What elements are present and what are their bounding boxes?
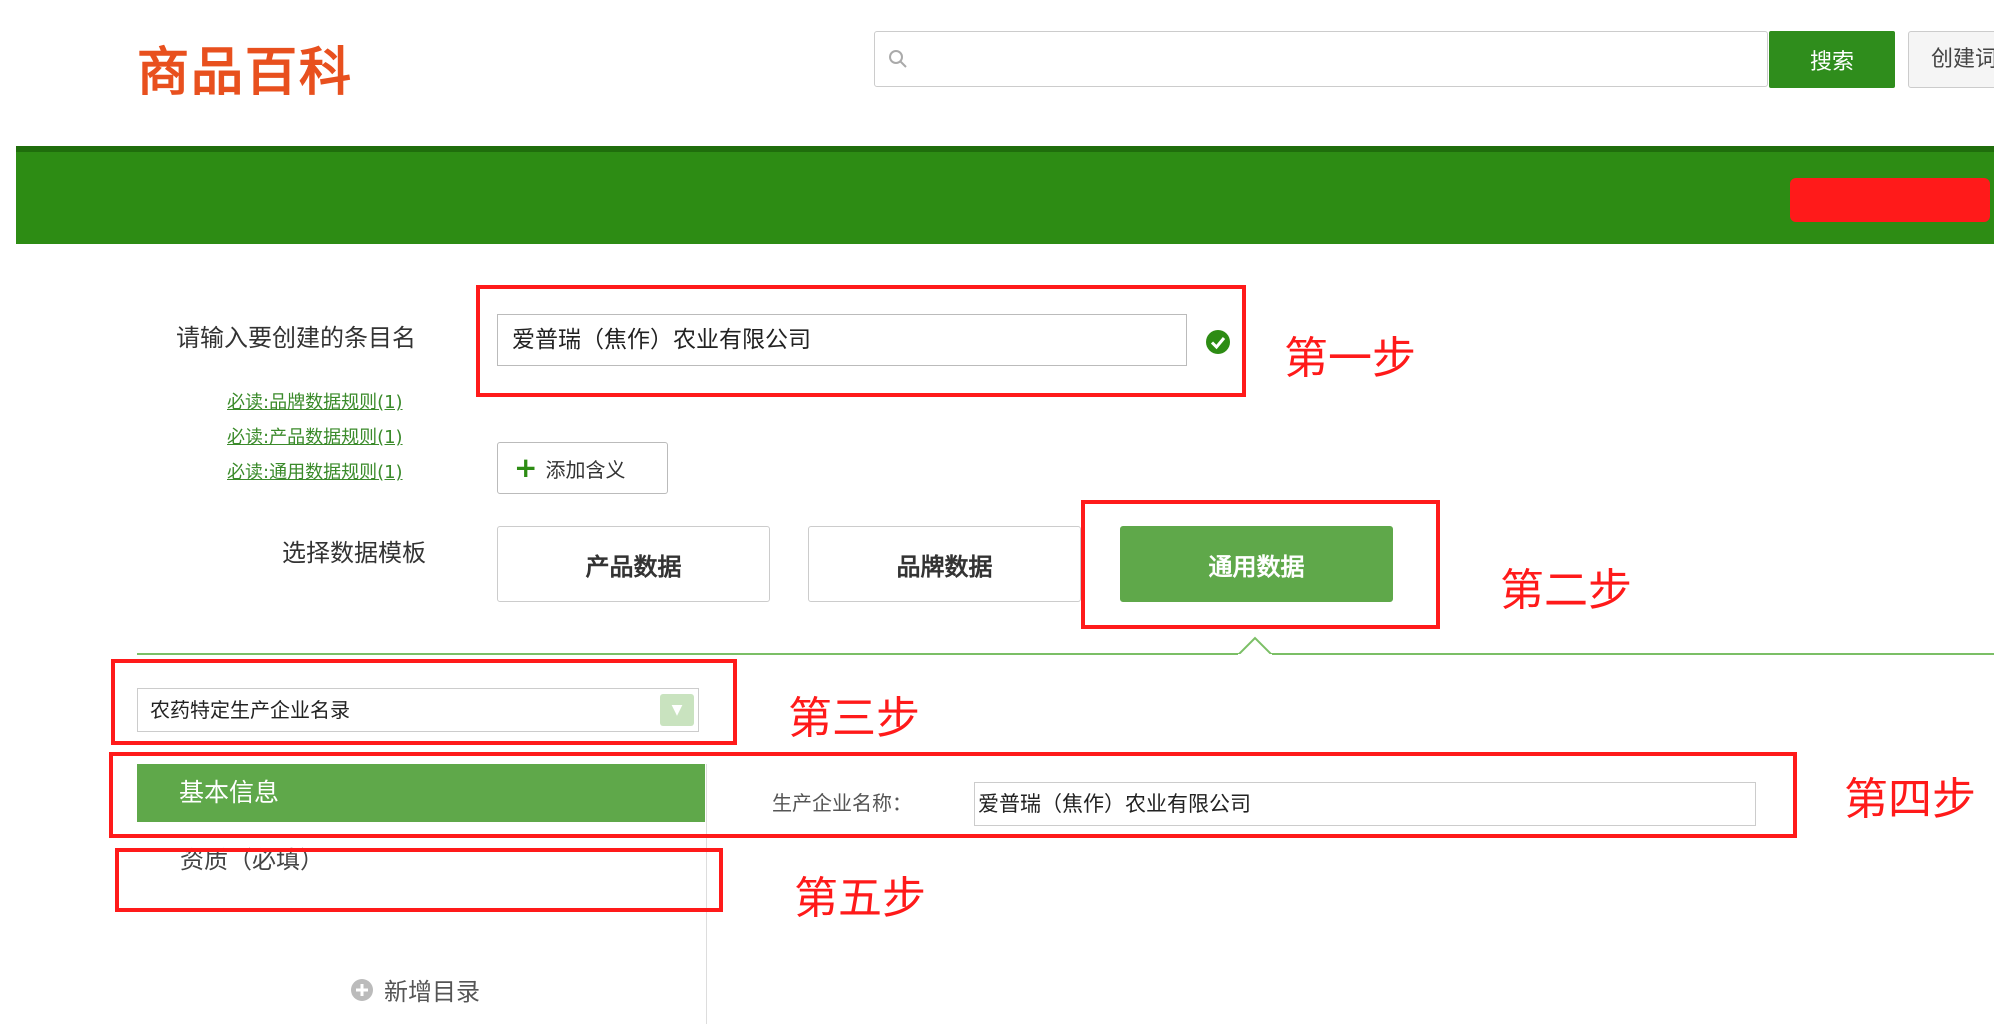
nav-banner-edge xyxy=(16,146,1994,152)
site-logo[interactable]: 商品百科 xyxy=(137,30,353,105)
add-circle-icon xyxy=(351,978,373,1001)
entry-name-label: 请输入要创建的条目名 xyxy=(176,324,416,352)
annotation-step4: 第四步 xyxy=(1844,774,1976,825)
create-entry-button[interactable]: 创建词条 xyxy=(1908,31,1994,88)
new-directory-button[interactable]: 新增目录 xyxy=(350,972,480,1007)
nav-banner xyxy=(16,146,1994,244)
annotation-box-step1 xyxy=(476,285,1246,397)
search-button[interactable]: 搜索 xyxy=(1769,31,1895,88)
add-meaning-label: 添加含义 xyxy=(545,457,626,482)
new-directory-label: 新增目录 xyxy=(384,978,480,1006)
redacted-region xyxy=(1790,178,1990,222)
annotation-box-step5 xyxy=(115,848,723,912)
template-brand-button[interactable]: 品牌数据 xyxy=(808,526,1081,602)
annotation-box-step3 xyxy=(111,659,737,745)
template-product-button[interactable]: 产品数据 xyxy=(497,526,770,602)
rule-link-product[interactable]: 必读:产品数据规则(1) xyxy=(227,423,403,449)
rule-link-general[interactable]: 必读:通用数据规则(1) xyxy=(227,458,403,484)
section-divider xyxy=(137,653,1994,655)
annotation-step5: 第五步 xyxy=(794,873,926,924)
search-icon xyxy=(889,50,907,68)
rule-link-brand[interactable]: 必读:品牌数据规则(1) xyxy=(227,388,403,414)
plus-icon: + xyxy=(514,451,538,484)
template-label: 选择数据模板 xyxy=(282,539,426,567)
annotation-step3: 第三步 xyxy=(788,693,920,744)
annotation-box-step4 xyxy=(109,752,1797,838)
annotation-step1: 第一步 xyxy=(1284,333,1416,384)
add-meaning-button[interactable]: + 添加含义 xyxy=(497,442,668,494)
search-input[interactable] xyxy=(874,31,1768,87)
active-pointer xyxy=(1238,636,1272,656)
annotation-box-step2 xyxy=(1081,500,1440,629)
annotation-step2: 第二步 xyxy=(1500,565,1632,616)
